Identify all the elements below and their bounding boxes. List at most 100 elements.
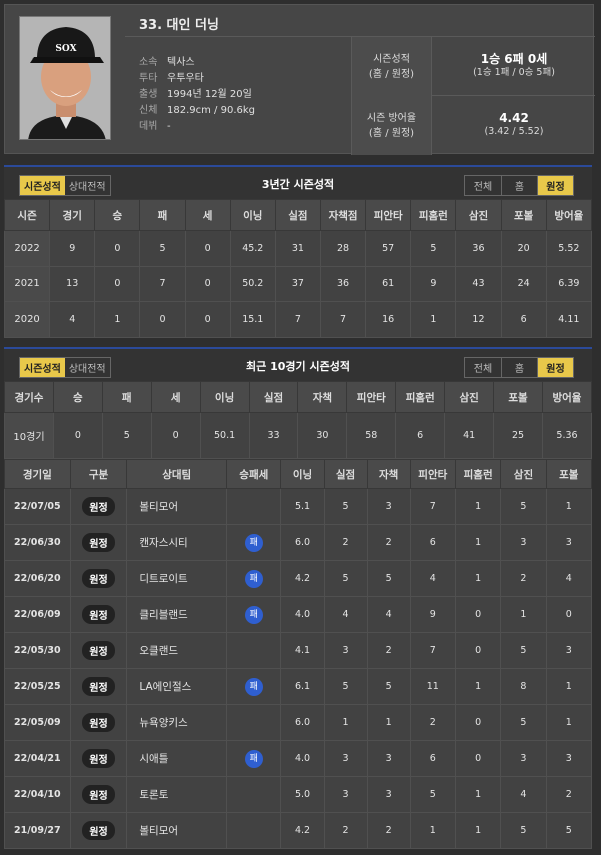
column-header: 피안타 [365, 199, 412, 231]
game-type-cell: 원정 [69, 488, 128, 525]
game-date: 22/04/21 [4, 740, 71, 777]
table-cell: 6 [409, 524, 456, 561]
table-cell: 4 [49, 301, 96, 338]
opponent-team[interactable]: 디트로이트 [126, 560, 228, 597]
filter-all[interactable]: 전체 [465, 176, 501, 195]
opponent-team[interactable]: 볼티모어 [126, 812, 228, 849]
opponent-team[interactable]: 오클랜드 [126, 632, 228, 669]
table-cell: 0 [184, 230, 231, 267]
game-type-cell: 원정 [69, 668, 128, 705]
table-cell: 2 [323, 524, 368, 561]
season-record-value: 1승 6패 0세 [480, 52, 548, 66]
game-type-cell: 원정 [69, 740, 128, 777]
column-header: 피안타 [409, 459, 456, 489]
column-header: 경기일 [4, 459, 71, 489]
table-cell: 6.0 [280, 704, 325, 741]
opponent-team[interactable]: 시애틀 [126, 740, 228, 777]
column-header: 상대팀 [126, 459, 228, 489]
away-badge: 원정 [82, 749, 115, 768]
info-row: 출생 1994년 12월 20일 [139, 87, 255, 103]
table-cell: 1 [409, 812, 456, 849]
filter-away[interactable]: 원정 [537, 176, 573, 195]
table-cell: 1 [454, 524, 502, 561]
season-era-value: 4.42 [499, 111, 529, 125]
season-record: 시즌성적 (홈 / 원정) 1승 6패 0세 (1승 1패 / 0승 5패) [351, 37, 595, 96]
decision-cell: 패 [226, 740, 282, 777]
column-header: 방어율 [545, 199, 593, 231]
table-cell: 4.2 [280, 560, 325, 597]
filter-home[interactable]: 홈 [501, 358, 537, 377]
game-row: 22/05/09 원정 뉴욕양키스 6.0 1 1 2 0 5 1 [4, 704, 593, 741]
table-cell: 5.1 [280, 488, 325, 525]
three-year-stats-table: 시즌 경기 승 패 세 이닝 실점 자책점 피안타 피홈런 삼진 포볼 방어율 2022 9 0 5 0 45.2 3… [3, 199, 593, 338]
table-cell: 5 [409, 776, 456, 813]
info-value: 텍사스 [167, 57, 195, 68]
table-cell: 4 [366, 596, 411, 633]
column-header: 시즌 [3, 199, 51, 231]
svg-text:SOX: SOX [55, 44, 76, 54]
decision-cell: 패 [226, 596, 282, 633]
player-photo: SOX [19, 16, 111, 140]
filter-away[interactable]: 원정 [537, 358, 573, 377]
table-cell: 1 [94, 301, 141, 338]
game-type-cell: 원정 [69, 524, 128, 561]
game-row: 22/04/21 원정 시애틀 패 4.0 3 3 6 0 3 3 [4, 740, 593, 777]
table-cell: 0 [139, 301, 186, 338]
opponent-team[interactable]: 캔자스시티 [126, 524, 228, 561]
table-cell: 2 [366, 812, 411, 849]
table-header-row: 경기수 승 패 세 이닝 실점 자책 피안타 피홈런 삼진 포볼 방어율 [4, 381, 593, 413]
loss-badge: 패 [244, 533, 263, 552]
info-label: 데뷔 [139, 121, 158, 132]
game-type-cell: 원정 [69, 632, 128, 669]
opponent-team[interactable]: 토론토 [126, 776, 228, 813]
opponent-team[interactable]: LA에인절스 [126, 668, 228, 705]
table-cell: 0 [94, 230, 141, 267]
decision-cell: 패 [226, 560, 282, 597]
table-cell: 8 [500, 668, 547, 705]
game-type-cell: 원정 [69, 560, 128, 597]
table-cell: 3 [545, 740, 593, 777]
away-badge: 원정 [82, 569, 115, 588]
table-cell: 25 [493, 412, 543, 459]
table-cell: 0 [94, 265, 141, 302]
panel2-filter: 전체 홈 원정 [464, 357, 574, 378]
table-header-row: 시즌 경기 승 패 세 이닝 실점 자책점 피안타 피홈런 삼진 포볼 방어율 [3, 199, 593, 231]
table-cell: 12 [455, 301, 502, 338]
filter-home[interactable]: 홈 [501, 176, 537, 195]
table-cell: 5 [366, 560, 411, 597]
column-header: 자책점 [319, 199, 367, 231]
column-header: 실점 [274, 199, 321, 231]
table-cell: 37 [274, 265, 321, 302]
info-label: 투타 [139, 73, 158, 84]
column-header: 이닝 [280, 459, 325, 489]
table-cell: 4 [545, 560, 593, 597]
table-cell: 0 [454, 596, 502, 633]
opponent-team[interactable]: 클리블랜드 [126, 596, 228, 633]
table-cell: 4.1 [280, 632, 325, 669]
info-row: 투타 우투우타 [139, 71, 255, 87]
table-cell: 3 [366, 740, 411, 777]
table-cell: 1 [454, 812, 502, 849]
column-header: 이닝 [229, 199, 276, 231]
table-cell: 4 [500, 776, 547, 813]
filter-all[interactable]: 전체 [465, 358, 501, 377]
table-cell: 1 [545, 704, 593, 741]
table-cell: 5 [323, 560, 368, 597]
table-cell: 4.0 [280, 596, 325, 633]
opponent-team[interactable]: 뉴욕양키스 [126, 704, 228, 741]
table-cell: 3 [366, 488, 411, 525]
table-cell: 7 [409, 632, 456, 669]
table-cell: 0 [454, 740, 502, 777]
table-cell: 2 [545, 776, 593, 813]
table-cell: 3 [323, 632, 368, 669]
game-row: 22/05/25 원정 LA에인절스 패 6.1 5 5 11 1 8 1 [4, 668, 593, 705]
decision-cell [226, 812, 282, 849]
table-header-row: 경기일 구분 상대팀 승패세 이닝 실점 자책 피안타 피홈런 삼진 포볼 [4, 459, 593, 489]
table-cell: 4.11 [545, 301, 593, 338]
away-badge: 원정 [82, 785, 115, 804]
column-header: 피안타 [346, 381, 397, 413]
recent-summary-table: 경기수 승 패 세 이닝 실점 자책 피안타 피홈런 삼진 포볼 방어율 10경기 0 5 0 50.1 33 30… [4, 381, 593, 459]
summary-row: 10경기 0 5 0 50.1 33 30 58 6 41 25 5.36 [4, 412, 593, 459]
column-header: 자책 [297, 381, 348, 413]
opponent-team[interactable]: 볼티모어 [126, 488, 228, 525]
